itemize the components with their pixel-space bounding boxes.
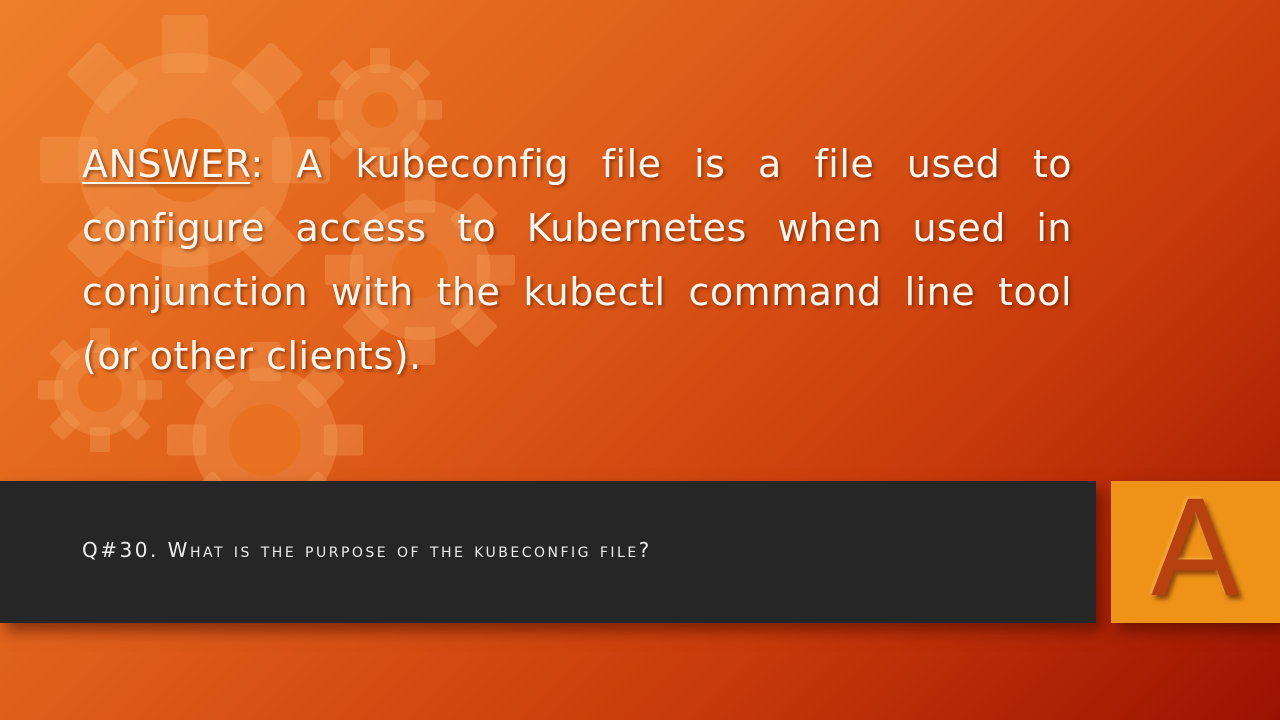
answer-label: ANSWER <box>82 142 251 186</box>
answer-separator: : <box>250 142 264 186</box>
question-title: Q#30. What is the purpose of the kubecon… <box>82 538 652 562</box>
answer-badge-letter: A <box>1150 481 1241 623</box>
slide: ANSWER: A kubeconfig file is a file used… <box>0 0 1280 720</box>
answer-paragraph: ANSWER: A kubeconfig file is a file used… <box>82 132 1072 388</box>
answer-badge: A <box>1111 481 1280 623</box>
